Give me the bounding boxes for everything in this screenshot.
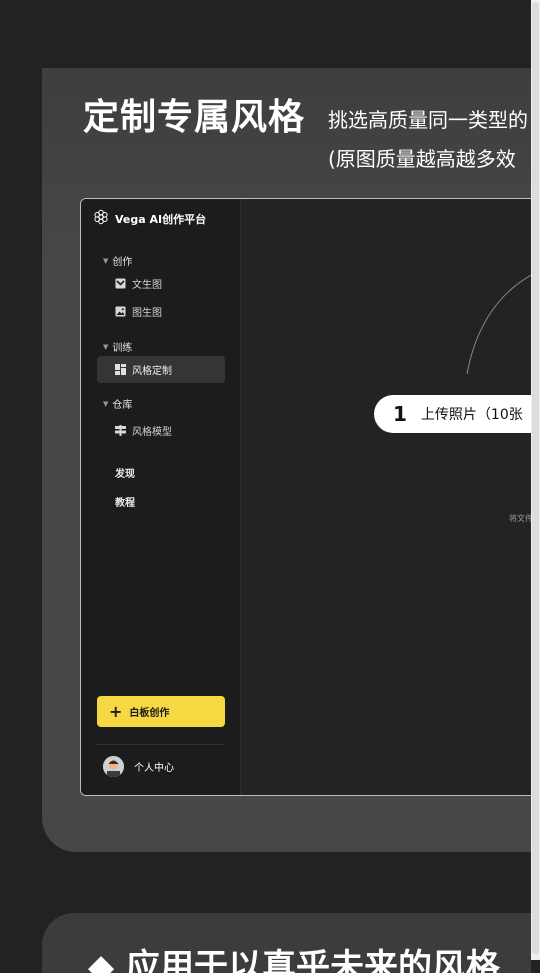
hero-title: 定制专属风格 [83,97,306,138]
caret-down-icon: ▼ [103,342,109,351]
brand-name: Vega AI创作平台 [115,213,207,226]
brand[interactable]: Vega AI创作平台 [93,209,206,229]
text-image-icon [115,278,126,289]
section-warehouse-toggle[interactable]: ▼ 仓库 [103,396,133,412]
drop-hint: 将文件 [509,514,531,523]
decorative-arc [466,274,531,375]
whiteboard-create-label: 白板创作 [129,708,170,719]
image-icon [115,306,126,317]
sidebar: Vega AI创作平台 ▼ 创作 文生图 图生图 ▼ 训练 风格定制 ▼ 仓库 … [81,199,241,795]
brand-logo-icon [93,209,109,229]
profile-label: 个人中心 [134,763,174,774]
section-train-toggle[interactable]: ▼ 训练 [103,339,133,355]
signpost-icon [115,425,126,436]
sidebar-item-discover[interactable]: 发现 [115,465,135,480]
section-create-toggle[interactable]: ▼ 创作 [103,253,133,269]
section-warehouse-label: 仓库 [112,400,133,411]
sidebar-item-image-to-image[interactable]: 图生图 [97,298,225,325]
upload-photos-step[interactable]: 1 上传照片（10张 [374,395,531,433]
next-section-title: ◆ 应用于以真乎未来的风格 [88,947,500,973]
hero-subtitle-line-2: (原图质量越高越多效 [328,147,516,171]
sidebar-item-text-to-image[interactable]: 文生图 [97,270,225,297]
upload-step-label: 上传照片（10张 [420,407,523,423]
next-feature-card: ◆ 应用于以真乎未来的风格 [42,913,531,973]
caret-down-icon: ▼ [103,399,109,408]
sidebar-item-label: 风格模型 [132,427,172,438]
sidebar-item-tutorial[interactable]: 教程 [115,494,135,509]
page-scrollbar-thumb[interactable] [532,2,539,954]
app-screenshot: Vega AI创作平台 ▼ 创作 文生图 图生图 ▼ 训练 风格定制 ▼ 仓库 … [80,198,531,796]
feature-card: 定制专属风格 挑选高质量同一类型的 (原图质量越高越多效 Vega AI创作平台 [42,68,531,852]
caret-down-icon: ▼ [103,256,109,265]
profile-link[interactable]: 个人中心 [103,756,174,777]
plus-icon: + [109,701,123,721]
sidebar-item-label: 图生图 [132,308,162,319]
section-create-label: 创作 [112,257,133,268]
step-number: 1 [393,402,407,426]
whiteboard-create-button[interactable]: + 白板创作 [97,696,225,727]
sidebar-divider [97,744,225,745]
sidebar-item-style-custom[interactable]: 风格定制 [97,356,225,383]
dashboard-icon [115,364,126,375]
sidebar-item-style-model[interactable]: 风格模型 [97,417,225,444]
avatar [103,756,124,777]
sidebar-item-label: 风格定制 [132,366,172,377]
section-train-label: 训练 [112,343,133,354]
hero-subtitle-line-1: 挑选高质量同一类型的 [328,108,528,132]
main-workspace: 1 上传照片（10张 将文件 [241,199,531,795]
sidebar-item-label: 文生图 [132,280,162,291]
